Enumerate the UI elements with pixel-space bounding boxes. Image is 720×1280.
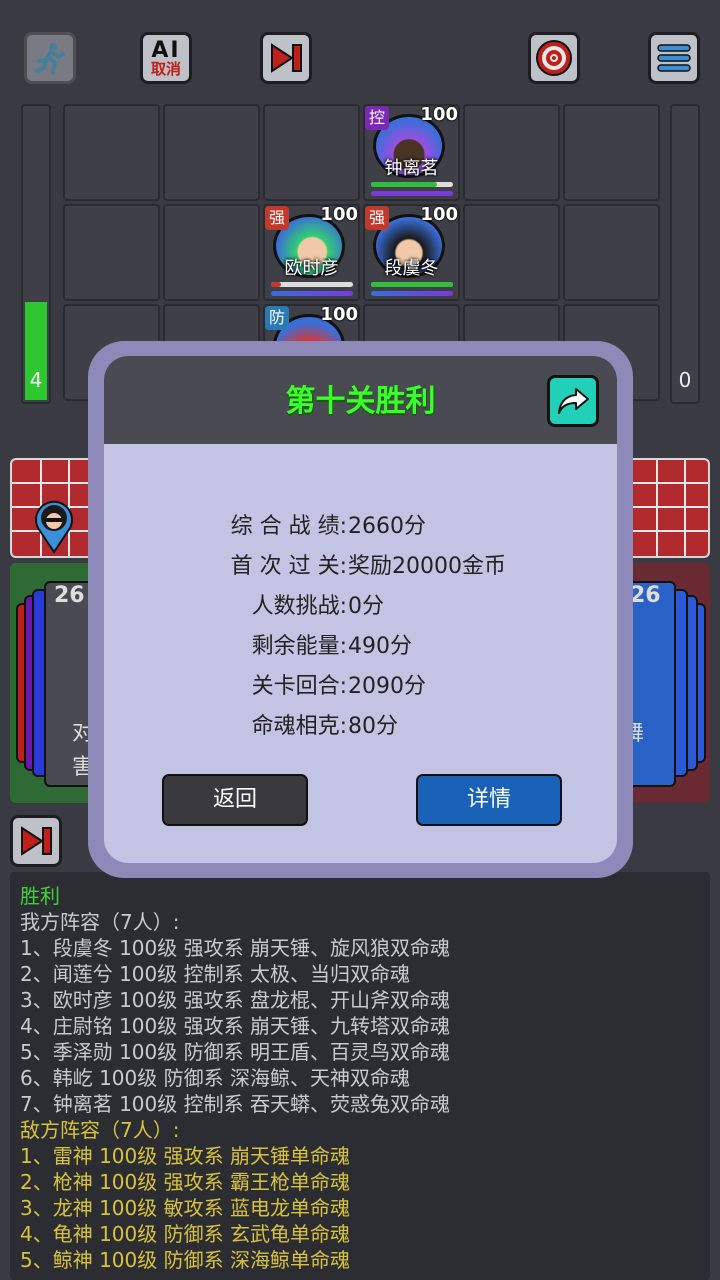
dialog-title: 第十关胜利 xyxy=(285,384,436,419)
cancel-label: 取消 xyxy=(150,59,181,78)
log-line: 6、韩屹 100级 防御系 深海鲸、天神双命魂 xyxy=(20,1066,410,1090)
log-line: 3、欧时彦 100级 强攻系 盘龙棍、开山斧双命魂 xyxy=(20,988,450,1012)
grid-cell[interactable] xyxy=(463,104,560,201)
grid-cell[interactable] xyxy=(563,104,660,201)
victory-dialog: 第十关胜利 综 合 战 绩: 2660分 首 次 过 关: 奖励20000金币 … xyxy=(104,356,617,863)
stat-value: 80分 xyxy=(348,714,398,739)
hero-class-tag: 强 xyxy=(365,206,389,230)
skip-icon xyxy=(21,826,52,856)
log-line: 4、庄尉铭 100级 强攻系 崩天锤、九转塔双命魂 xyxy=(20,1014,450,1038)
target-icon xyxy=(536,40,572,76)
hero-name: 段虞冬 xyxy=(384,258,439,279)
auto-run-button[interactable] xyxy=(24,32,76,84)
left-energy-bar: 4 xyxy=(21,104,51,404)
stat-label: 首 次 过 关: xyxy=(230,554,347,579)
ai-cancel-button[interactable]: AI 取消 xyxy=(140,32,192,84)
log-line: 我方阵容（7人）: xyxy=(20,910,180,934)
grid-cell[interactable] xyxy=(163,104,260,201)
right-deck-count: 26 xyxy=(630,583,661,608)
hero-energy-bar xyxy=(271,291,353,296)
grid-cell[interactable] xyxy=(563,204,660,301)
stat-label: 人数挑战: xyxy=(251,594,347,619)
hero-energy-bar xyxy=(371,291,453,296)
skip-button[interactable] xyxy=(260,32,312,84)
hero-level: 100 xyxy=(420,204,458,225)
hero-level: 100 xyxy=(420,104,458,125)
left-energy-value: 4 xyxy=(29,368,43,392)
hero-level: 100 xyxy=(320,304,358,325)
log-line: 7、钟离茗 100级 控制系 吞天蟒、荧惑兔双命魂 xyxy=(20,1092,450,1116)
right-energy-value: 0 xyxy=(678,368,692,392)
hero-name: 钟离茗 xyxy=(384,158,439,179)
grid-cell[interactable] xyxy=(63,204,160,301)
hero-class-tag: 控 xyxy=(365,106,389,130)
ai-label: AI xyxy=(151,37,181,63)
left-deck-count: 26 xyxy=(54,583,85,608)
stat-label: 关卡回合: xyxy=(251,674,347,699)
stat-value: 2090分 xyxy=(348,674,426,699)
log-line: 5、鲸神 100级 防御系 深海鲸单命魂 xyxy=(20,1248,350,1272)
grid-cell[interactable] xyxy=(63,104,160,201)
log-line: 2、闻莲兮 100级 控制系 太极、当归双命魂 xyxy=(20,962,410,986)
stat-label: 综 合 战 绩: xyxy=(230,514,347,539)
hero-name: 欧时彦 xyxy=(284,258,339,279)
hero-hp-bar xyxy=(371,282,453,287)
share-arrow-icon xyxy=(558,388,589,414)
back-button[interactable]: 返回 xyxy=(162,774,308,826)
player-marker-icon xyxy=(32,498,76,554)
right-energy-bar: 0 xyxy=(670,104,700,404)
game-screen: AI 取消 4 0 控 100 钟离茗 强 100 欧时彦 强 100 段虞冬 … xyxy=(0,0,720,1280)
grid-cell[interactable] xyxy=(463,204,560,301)
grid-cell[interactable] xyxy=(163,204,260,301)
battle-skip-button[interactable] xyxy=(10,815,62,867)
log-line: 1、雷神 100级 强攻系 崩天锤单命魂 xyxy=(20,1144,350,1168)
log-line: 1、段虞冬 100级 强攻系 崩天锤、旋风狼双命魂 xyxy=(20,936,450,960)
log-line: 5、季泽勋 100级 防御系 明王盾、百灵鸟双命魂 xyxy=(20,1040,450,1064)
stat-label: 命魂相克: xyxy=(251,714,347,739)
share-button[interactable] xyxy=(547,375,599,427)
hero-class-tag: 强 xyxy=(265,206,289,230)
hero-unit[interactable]: 强 100 欧时彦 xyxy=(263,204,360,301)
log-line: 4、龟神 100级 防御系 玄武龟单命魂 xyxy=(20,1222,350,1246)
stat-value: 奖励20000金币 xyxy=(348,554,506,579)
stat-value: 490分 xyxy=(348,634,412,659)
log-line: 敌方阵容（7人）: xyxy=(20,1118,180,1142)
target-button[interactable] xyxy=(528,32,580,84)
log-line: 胜利 xyxy=(20,884,60,908)
hero-unit[interactable]: 强 100 段虞冬 xyxy=(363,204,460,301)
details-button[interactable]: 详情 xyxy=(416,774,562,826)
stat-value: 0分 xyxy=(348,594,384,619)
skip-icon xyxy=(271,43,302,73)
hero-energy-bar xyxy=(371,191,453,196)
hero-hp-bar xyxy=(271,282,353,287)
stat-label: 剩余能量: xyxy=(251,634,347,659)
hero-hp-bar xyxy=(371,182,453,187)
hero-level: 100 xyxy=(320,204,358,225)
grid-cell[interactable] xyxy=(263,104,360,201)
hero-class-tag: 防 xyxy=(265,306,289,330)
menu-button[interactable] xyxy=(648,32,700,84)
log-line: 2、枪神 100级 强攻系 霸王枪单命魂 xyxy=(20,1170,350,1194)
stat-value: 2660分 xyxy=(348,514,426,539)
log-line: 3、龙神 100级 敏攻系 蓝电龙单命魂 xyxy=(20,1196,350,1220)
menu-icon xyxy=(657,44,691,72)
running-man-icon xyxy=(35,43,65,75)
hero-unit[interactable]: 控 100 钟离茗 xyxy=(363,104,460,201)
